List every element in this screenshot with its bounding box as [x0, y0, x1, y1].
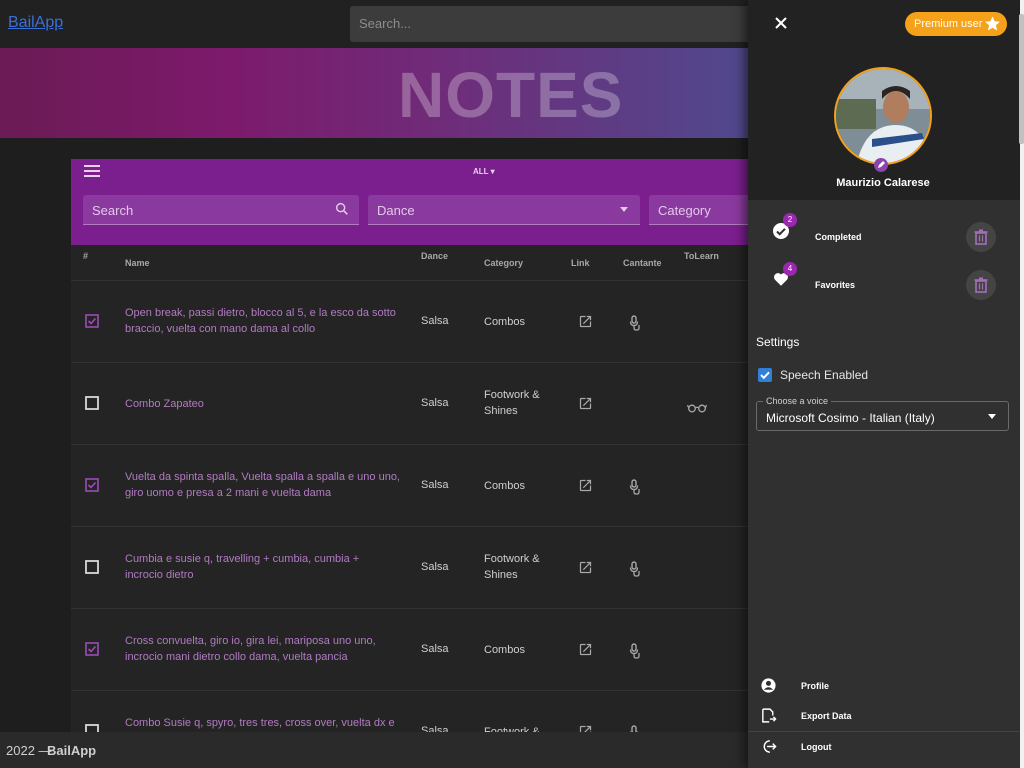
note-category: Footwork & Shines	[484, 389, 540, 417]
menu-logout[interactable]: Logout	[801, 742, 832, 752]
column-header-tolearn[interactable]: ToLearn	[684, 251, 719, 261]
row-checkbox[interactable]	[85, 478, 99, 492]
avatar-photo	[836, 69, 930, 163]
open-link-icon[interactable]	[578, 314, 593, 329]
star-icon	[985, 16, 1000, 31]
premium-label: Premium user	[914, 18, 983, 30]
note-dance: Salsa	[421, 479, 449, 491]
open-link-icon[interactable]	[578, 396, 593, 411]
avatar[interactable]	[834, 67, 932, 165]
voice-select-value: Microsoft Cosimo - Italian (Italy)	[766, 411, 935, 425]
top-search-placeholder: Search...	[359, 16, 412, 31]
settings-title: Settings	[756, 335, 800, 349]
trash-icon	[974, 229, 988, 245]
open-link-icon[interactable]	[578, 478, 593, 493]
voice-select[interactable]: Choose a voice Microsoft Cosimo - Italia…	[756, 396, 1009, 431]
completed-label[interactable]: Completed	[815, 232, 862, 242]
page-banner: NOTES	[0, 48, 760, 138]
menu-profile[interactable]: Profile	[801, 681, 829, 691]
scrollbar-thumb[interactable]	[1019, 14, 1024, 144]
dance-select-label: Dance	[377, 203, 415, 218]
page-title: NOTES	[398, 59, 624, 131]
category-select-label: Category	[658, 203, 711, 218]
note-name[interactable]: Cross convuelta, giro io, gira lei, mari…	[125, 633, 400, 665]
note-name[interactable]: Combo Susie q, spyro, tres tres, cross o…	[125, 715, 400, 731]
page: BailApp Search... NOTES ALL ▾ Search Dan…	[0, 0, 1024, 768]
drawer-header: Premium user Maurizio Calarese	[748, 0, 1020, 200]
open-link-icon[interactable]	[578, 642, 593, 657]
note-dance: Salsa	[421, 561, 449, 573]
note-dance: Salsa	[421, 397, 449, 409]
table-row[interactable]: Combo Zapateo Salsa Footwork & Shines	[71, 362, 761, 444]
column-header-num: #	[83, 251, 89, 261]
singer-mic-icon	[629, 479, 643, 495]
column-header-name[interactable]: Name	[125, 258, 150, 268]
notes-search-input[interactable]: Search	[83, 195, 359, 225]
trash-icon	[974, 277, 988, 293]
column-header-dance[interactable]: Dance	[421, 251, 448, 261]
edit-avatar-icon[interactable]	[874, 158, 888, 172]
singer-mic-icon	[629, 643, 643, 659]
notes-card: ALL ▾ Search Dance Category # Name Dance…	[71, 159, 761, 741]
user-drawer: Premium user Maurizio Calarese 2 Complet…	[748, 0, 1020, 768]
filter-all-dropdown[interactable]: ALL ▾	[473, 167, 495, 176]
speech-enabled-checkbox[interactable]	[758, 368, 772, 382]
table-row[interactable]: Vuelta da spinta spalla, Vuelta spalla a…	[71, 444, 761, 526]
note-category: Combos	[484, 480, 525, 492]
footer-brand: BailApp	[47, 743, 97, 758]
chevron-down-icon	[988, 414, 996, 419]
row-checkbox[interactable]	[85, 642, 99, 656]
logout-icon	[763, 740, 777, 753]
favorites-count-badge: 4	[783, 262, 797, 276]
singer-mic-icon	[629, 561, 643, 577]
account-circle-icon	[761, 678, 776, 693]
note-name[interactable]: Vuelta da spinta spalla, Vuelta spalla a…	[125, 469, 400, 501]
column-header-link[interactable]: Link	[571, 258, 590, 268]
dance-select[interactable]: Dance	[368, 195, 640, 225]
table-row[interactable]: Cumbia e susie q, travelling + cumbia, c…	[71, 526, 761, 608]
row-checkbox[interactable]	[85, 314, 99, 328]
brand-link[interactable]: BailApp	[8, 14, 63, 32]
voice-select-legend: Choose a voice	[763, 396, 832, 406]
favorites-label[interactable]: Favorites	[815, 280, 855, 290]
divider	[748, 731, 1020, 732]
open-link-icon[interactable]	[578, 560, 593, 575]
table-row[interactable]: Open break, passi dietro, blocco al 5, e…	[71, 280, 761, 362]
top-search-input[interactable]: Search...	[350, 6, 770, 42]
note-category: Combos	[484, 644, 525, 656]
chevron-down-icon	[620, 207, 628, 212]
note-category: Footwork & Shines	[484, 553, 540, 581]
column-header-cantante[interactable]: Cantante	[623, 258, 662, 268]
note-name[interactable]: Cumbia e susie q, travelling + cumbia, c…	[125, 551, 400, 583]
note-dance: Salsa	[421, 643, 449, 655]
close-icon[interactable]	[774, 16, 788, 30]
note-name[interactable]: Combo Zapateo	[125, 396, 400, 412]
speech-enabled-label[interactable]: Speech Enabled	[780, 368, 868, 382]
column-header-category[interactable]: Category	[484, 258, 523, 268]
hamburger-menu-icon[interactable]	[84, 165, 100, 177]
menu-export-data[interactable]: Export Data	[801, 711, 852, 721]
card-toolbar: ALL ▾ Search Dance Category	[71, 159, 761, 245]
search-icon[interactable]	[334, 201, 350, 217]
row-checkbox[interactable]	[85, 560, 99, 574]
category-select[interactable]: Category	[649, 195, 761, 225]
filter-all-label: ALL	[473, 167, 489, 176]
row-checkbox[interactable]	[85, 396, 99, 410]
footer-year: 2022 —	[6, 743, 52, 758]
singer-mic-icon	[629, 315, 643, 331]
glasses-icon	[686, 400, 708, 413]
user-name: Maurizio Calarese	[836, 177, 930, 189]
completed-count-badge: 2	[783, 213, 797, 227]
footer: 2022 — BailApp	[0, 732, 760, 768]
delete-favorites-button[interactable]	[966, 270, 996, 300]
note-category: Combos	[484, 316, 525, 328]
note-dance: Salsa	[421, 315, 449, 327]
export-icon	[762, 708, 777, 723]
delete-completed-button[interactable]	[966, 222, 996, 252]
table-row[interactable]: Cross convuelta, giro io, gira lei, mari…	[71, 608, 761, 690]
note-name[interactable]: Open break, passi dietro, blocco al 5, e…	[125, 305, 400, 337]
premium-badge-button[interactable]: Premium user	[905, 12, 1007, 36]
notes-search-label: Search	[92, 203, 134, 218]
